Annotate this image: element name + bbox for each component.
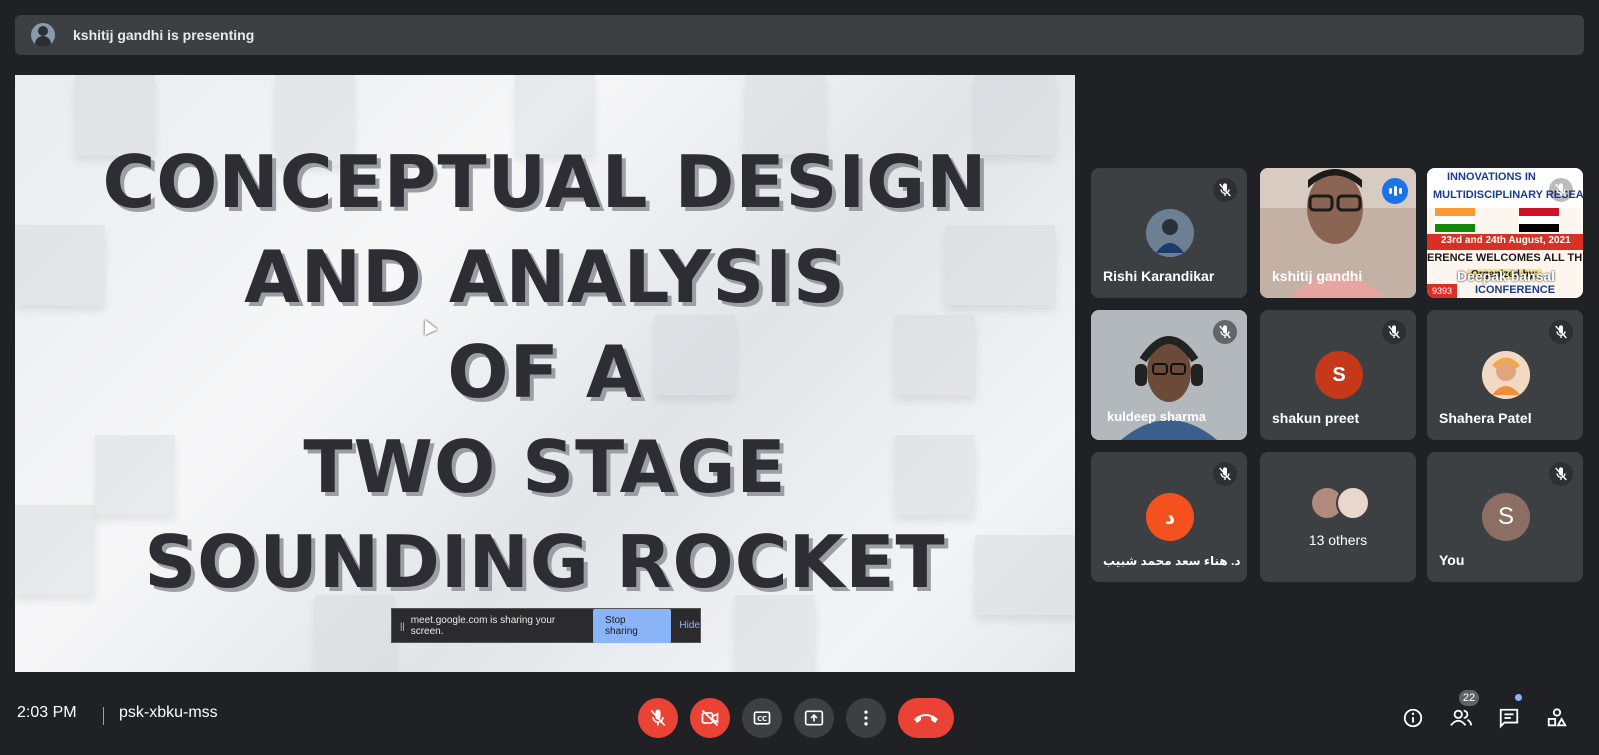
- participant-avatar: [1482, 351, 1530, 399]
- chat-button[interactable]: [1495, 704, 1523, 732]
- participant-tile[interactable]: kuldeep sharma: [1091, 310, 1247, 440]
- slide-title-line: CONCEPTUAL DESIGN: [102, 140, 988, 224]
- participant-tile-self[interactable]: S You: [1427, 452, 1583, 582]
- captions-icon: CC: [753, 711, 771, 725]
- banner-text: ERENCE WELCOMES ALL THE DELI: [1427, 252, 1583, 264]
- mic-off-icon: [1213, 320, 1237, 344]
- people-icon: [1450, 709, 1472, 726]
- banner-text: 23rd and 24th August, 2021: [1441, 235, 1571, 246]
- speaking-indicator-icon: [1382, 178, 1408, 204]
- presenting-banner: kshitij gandhi is presenting: [15, 15, 1584, 55]
- participant-avatar: [1146, 209, 1194, 257]
- stop-sharing-button[interactable]: Stop sharing: [593, 608, 672, 643]
- banner-text: INNOVATIONS IN: [1447, 171, 1536, 183]
- mic-off-icon: [1382, 320, 1406, 344]
- slide-title: CONCEPTUAL DESIGN AND ANALYSIS OF A TWO …: [15, 135, 1075, 610]
- people-count-badge: 22: [1459, 690, 1479, 706]
- participant-name: Deepak bansal: [1457, 268, 1556, 284]
- share-notice-text: meet.google.com is sharing your screen.: [410, 614, 556, 637]
- more-icon: [864, 710, 868, 726]
- activities-icon: [1547, 708, 1567, 727]
- participant-name: shakun preet: [1272, 410, 1360, 426]
- participant-tile[interactable]: S shakun preet: [1260, 310, 1416, 440]
- iraq-flag-icon: [1519, 208, 1559, 232]
- avatar-initial: S: [1332, 363, 1346, 386]
- more-options-button[interactable]: [846, 698, 886, 738]
- camera-off-icon: [701, 709, 719, 727]
- hide-notice-link[interactable]: Hide: [679, 620, 700, 631]
- participant-tile[interactable]: INNOVATIONS IN MULTIDISCIPLINARY RESEA 2…: [1427, 168, 1583, 298]
- other-avatar: [1336, 486, 1370, 520]
- people-button[interactable]: [1447, 704, 1475, 732]
- presenting-text: kshitij gandhi is presenting: [73, 27, 255, 43]
- shared-screen: CONCEPTUAL DESIGN AND ANALYSIS OF A TWO …: [15, 75, 1075, 672]
- mic-off-icon: [1213, 462, 1237, 486]
- slide-title-line: OF A: [447, 330, 643, 414]
- slide-title-line: TWO STAGE: [303, 425, 787, 509]
- mic-off-icon: [1549, 178, 1573, 202]
- clock: 2:03 PM: [17, 704, 77, 721]
- present-button[interactable]: [794, 698, 834, 738]
- participant-tile[interactable]: د د. هناء سعد محمد شبيب: [1091, 452, 1247, 582]
- end-call-button[interactable]: [898, 698, 954, 738]
- participant-tile[interactable]: Shahera Patel: [1427, 310, 1583, 440]
- participant-avatar: S: [1482, 493, 1530, 541]
- meeting-controls: 2:03 PM psk-xbku-mss CC 22: [0, 690, 1599, 740]
- mic-off-icon: [1213, 178, 1237, 202]
- presenter-avatar: [31, 23, 55, 47]
- pause-icon: ||: [400, 620, 405, 631]
- participant-tile[interactable]: kshitij gandhi: [1260, 168, 1416, 298]
- present-icon: [804, 710, 824, 726]
- captions-button[interactable]: CC: [742, 698, 782, 738]
- others-count: 13 others: [1308, 532, 1368, 548]
- mic-off-icon: [1549, 320, 1573, 344]
- participant-name: kshitij gandhi: [1272, 268, 1363, 284]
- india-flag-icon: [1435, 208, 1475, 232]
- slide-title-line: SOUNDING ROCKET: [144, 520, 946, 604]
- participant-name: Shahera Patel: [1439, 410, 1532, 426]
- mic-toggle-button[interactable]: [638, 698, 678, 738]
- activities-button[interactable]: [1543, 704, 1571, 732]
- participant-avatar: د: [1146, 493, 1194, 541]
- participant-avatar: S: [1315, 351, 1363, 399]
- slide-title-line: AND ANALYSIS: [244, 235, 846, 319]
- meeting-code: psk-xbku-mss: [119, 704, 218, 721]
- participant-name: kuldeep sharma: [1107, 409, 1206, 424]
- mic-off-icon: [650, 709, 666, 727]
- participant-name: You: [1439, 552, 1465, 568]
- avatar-initial: S: [1497, 503, 1514, 530]
- banner-text: ICONFERENCE: [1475, 284, 1556, 296]
- chat-icon: [1499, 708, 1519, 729]
- svg-text:CC: CC: [757, 715, 767, 723]
- camera-toggle-button[interactable]: [690, 698, 730, 738]
- participant-name: Rishi Karandikar: [1103, 268, 1215, 284]
- banner-text: 9393: [1427, 284, 1457, 298]
- avatar-initial: د: [1164, 506, 1176, 529]
- participant-name: د. هناء سعد محمد شبيب: [1103, 554, 1241, 568]
- chat-unread-dot: [1515, 694, 1522, 701]
- meeting-info-button[interactable]: [1399, 704, 1427, 732]
- others-tile[interactable]: 13 others: [1260, 452, 1416, 582]
- info-icon: [1403, 708, 1423, 728]
- end-call-icon: [914, 714, 938, 723]
- screen-share-notice: || meet.google.com is sharing your scree…: [391, 608, 701, 643]
- participant-tile[interactable]: Rishi Karandikar: [1091, 168, 1247, 298]
- mic-off-icon: [1549, 462, 1573, 486]
